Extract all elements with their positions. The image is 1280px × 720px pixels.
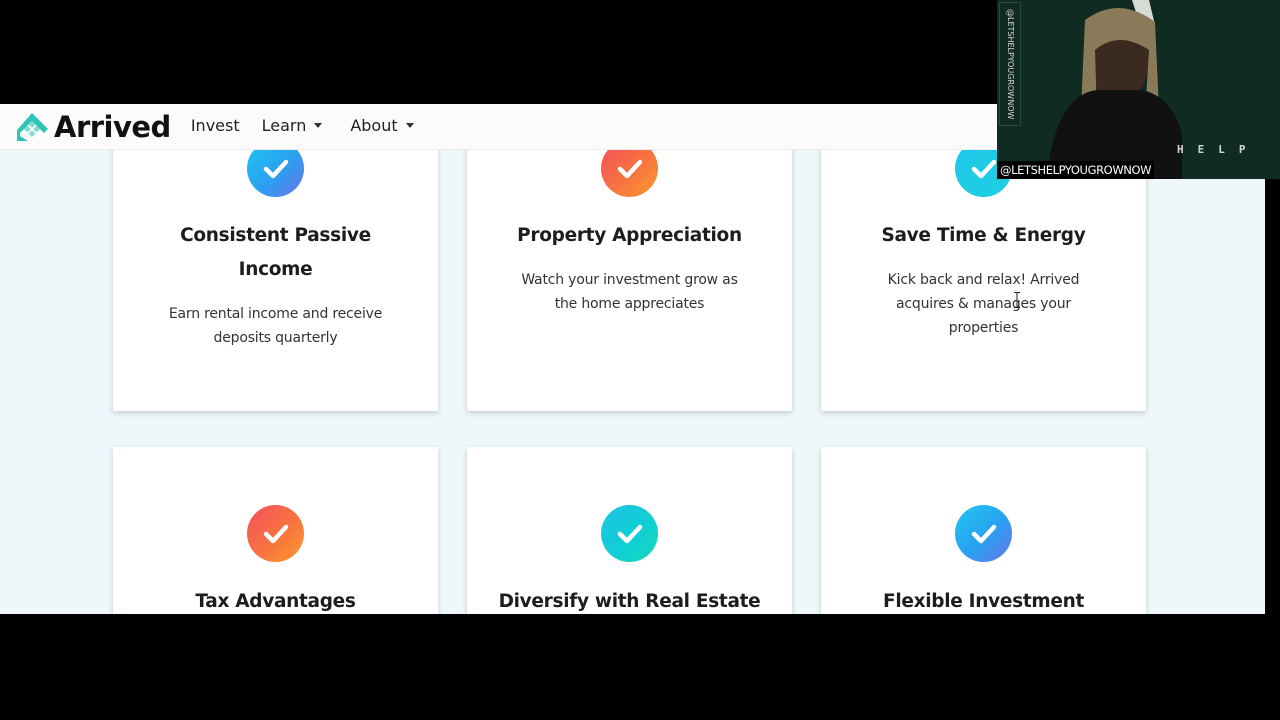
nav-item-label: Invest [190, 116, 240, 135]
check-circle-icon [247, 505, 304, 562]
nav-item-invest[interactable]: Invest [191, 116, 240, 135]
caret-down-icon [405, 123, 414, 128]
feature-description: Earn rental income and receive deposits … [168, 306, 383, 346]
streamer-video [1047, 0, 1182, 179]
check-circle-icon [601, 505, 658, 562]
vertical-handle-text: @LETSHELPYOUGROWNOW [999, 2, 1021, 126]
feature-card-flexible: Flexible Investment [821, 447, 1146, 614]
feature-card-appreciation: Property Appreciation Watch your investm… [467, 104, 792, 411]
feature-card-diversify: Diversify with Real Estate [467, 447, 792, 614]
nav-item-label: Learn [261, 116, 307, 135]
nav-menu: Invest Learn About [191, 116, 436, 135]
nav-item-about[interactable]: About [350, 116, 414, 135]
caret-down-icon [314, 123, 323, 128]
check-circle-icon [955, 505, 1012, 562]
feature-title: Consistent Passive Income [180, 225, 371, 280]
nav-item-learn[interactable]: Learn [262, 116, 323, 135]
nav-item-label: About [350, 116, 398, 135]
feature-card-tax: Tax Advantages [113, 447, 438, 614]
feature-title: Property Appreciation [517, 225, 742, 246]
brand-name: Arrived [54, 109, 171, 144]
text-cursor-icon [1014, 292, 1020, 308]
handle-caption: @LETSHELPYOUGROWNOW [997, 161, 1155, 179]
feature-title: Tax Advantages [195, 591, 356, 612]
webcam-overlay: @LETSHELPYOUGROWNOW HELP @LETSHELPYOUGRO… [997, 0, 1280, 179]
feature-description: Watch your investment grow as the home a… [521, 272, 738, 312]
feature-title: Diversify with Real Estate [498, 591, 761, 612]
feature-title: Save Time & Energy [881, 225, 1086, 246]
browser-viewport: Arrived Invest Learn About Consistent Pa… [0, 104, 1265, 614]
brand-logo[interactable]: Arrived [16, 110, 171, 144]
arrived-logo-icon [17, 112, 48, 141]
feature-description: Kick back and relax! Arrived acquires & … [887, 272, 1080, 336]
feature-card-passive-income: Consistent Passive Income Earn rental in… [113, 104, 438, 411]
background-text: HELP [1177, 143, 1260, 156]
feature-title: Flexible Investment [882, 591, 1085, 612]
